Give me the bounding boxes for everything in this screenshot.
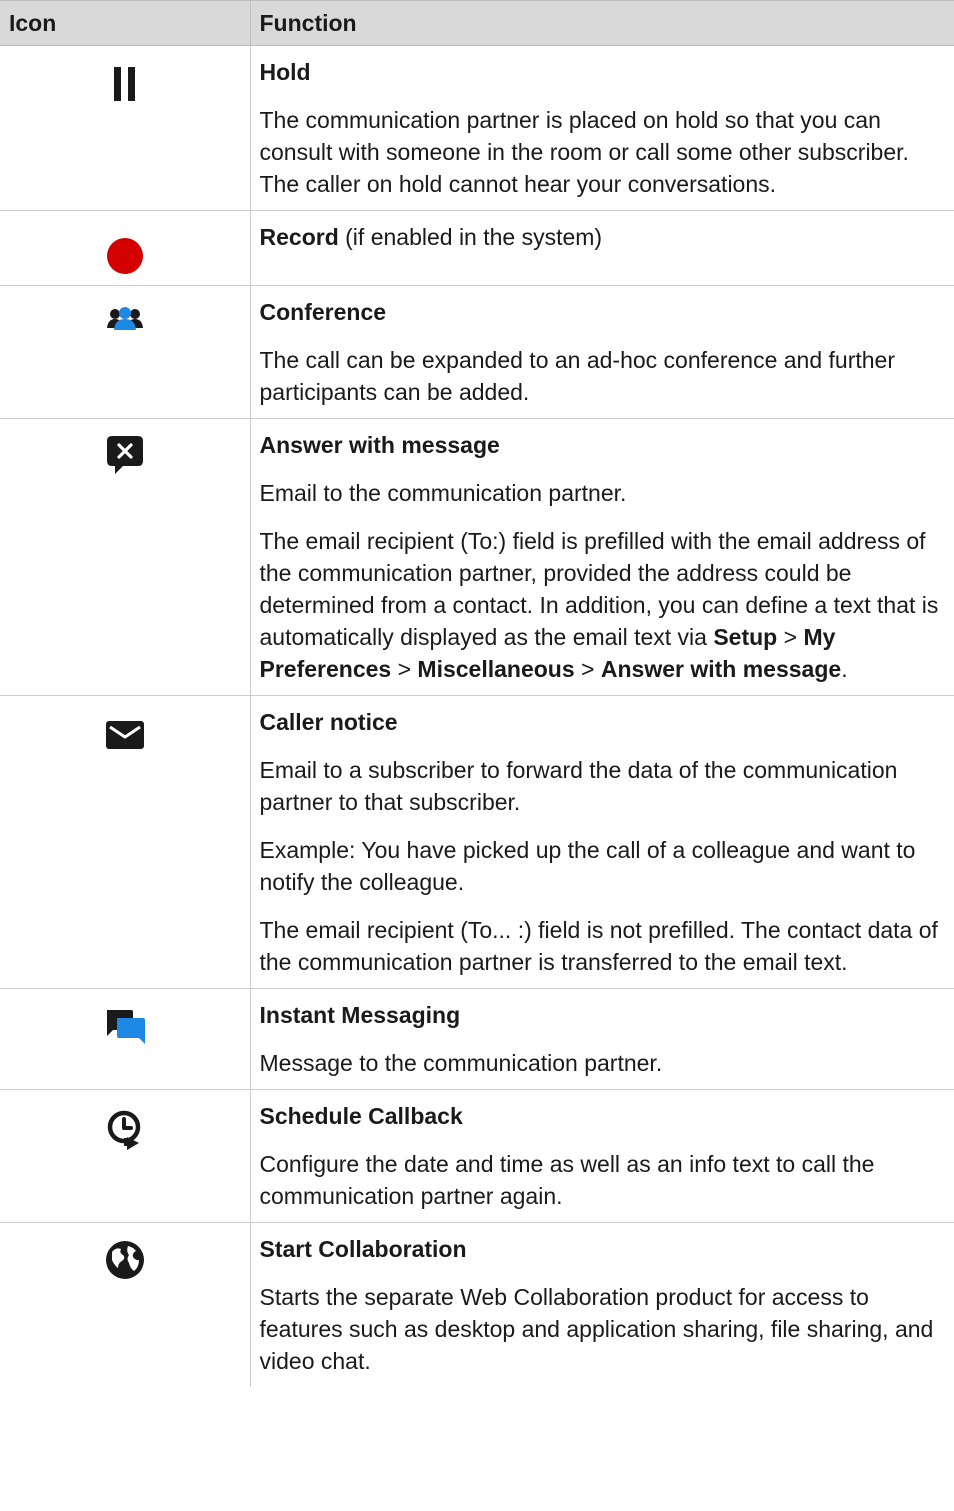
function-title: Start Collaboration — [259, 1236, 467, 1262]
chat-bubbles-icon — [105, 1010, 145, 1044]
function-description: Configure the date and time as well as a… — [259, 1151, 875, 1209]
function-description: Starts the separate Web Collaboration pr… — [259, 1284, 934, 1374]
function-title: Answer with message — [259, 432, 500, 458]
function-description: The email recipient (To:) field is prefi… — [259, 528, 939, 682]
function-example: Example: You have picked up the call of … — [259, 837, 916, 895]
function-title: Instant Messaging — [259, 1002, 461, 1028]
function-note: (if enabled in the system) — [338, 224, 603, 250]
function-title: Caller notice — [259, 709, 398, 735]
schedule-callback-icon — [107, 1110, 143, 1150]
function-description: Email to a subscriber to forward the dat… — [259, 757, 898, 815]
function-title: Hold — [259, 59, 311, 85]
function-description: The email recipient (To... :) field is n… — [259, 917, 938, 975]
record-icon — [106, 237, 144, 275]
function-description: The call can be expanded to an ad-hoc co… — [259, 347, 896, 405]
function-title: Conference — [259, 299, 387, 325]
answer-with-message-icon — [106, 436, 143, 474]
table-row: Record (if enabled in the system) — [0, 210, 954, 286]
function-column-header: Function — [250, 0, 954, 46]
table-row: Instant Messaging Message to the communi… — [0, 988, 954, 1090]
menu-path-setup: Setup — [713, 624, 778, 650]
table-row: Answer with message Email to the communi… — [0, 418, 954, 696]
icon-function-table: Icon Function Hold The communication par… — [0, 0, 954, 1387]
envelope-icon — [105, 721, 144, 749]
function-title: Schedule Callback — [259, 1103, 463, 1129]
table-header-row: Icon Function — [0, 0, 954, 46]
pause-icon — [113, 67, 137, 101]
menu-path-answer-with-message: Answer with message — [600, 656, 842, 682]
function-description: Email to the communication partner. — [259, 480, 627, 506]
table-row: Start Collaboration Starts the separate … — [0, 1222, 954, 1387]
function-title: Record — [259, 224, 339, 250]
icon-column-header: Icon — [0, 0, 251, 46]
table-row: Conference The call can be expanded to a… — [0, 285, 954, 419]
menu-path-miscellaneous: Miscellaneous — [417, 656, 575, 682]
function-description: Message to the communication partner. — [259, 1050, 663, 1076]
table-row: Hold The communication partner is placed… — [0, 45, 954, 211]
conference-icon — [106, 306, 143, 330]
function-description: The communication partner is placed on h… — [259, 107, 909, 197]
globe-icon — [105, 1241, 144, 1279]
table-row: Schedule Callback Configure the date and… — [0, 1089, 954, 1223]
table-row: Caller notice Email to a subscriber to f… — [0, 695, 954, 989]
